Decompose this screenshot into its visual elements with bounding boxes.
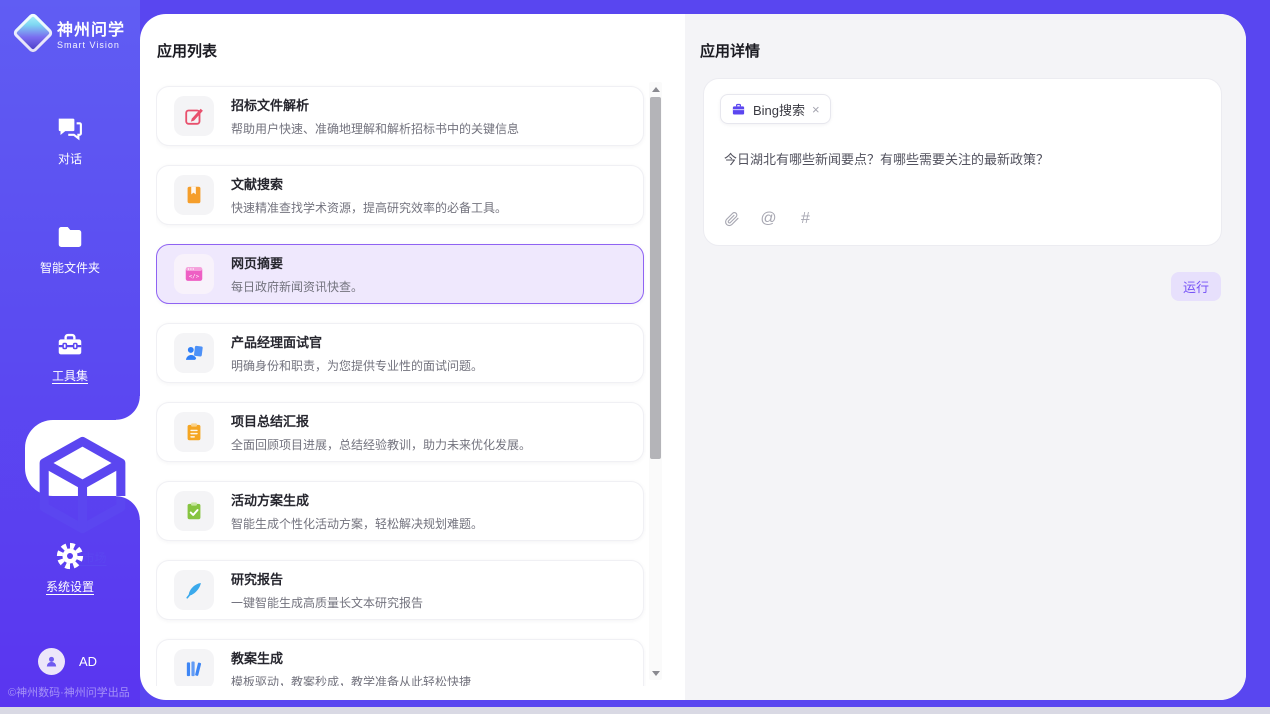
sidebar-item-toolset[interactable]: 工具集 xyxy=(0,330,140,384)
avatar xyxy=(38,648,65,675)
brand-subtitle: Smart Vision xyxy=(57,40,125,50)
user-account[interactable]: AD xyxy=(38,648,97,675)
prompt-input[interactable]: 今日湖北有哪些新闻要点？有哪些需要关注的最新政策？ xyxy=(724,149,1204,168)
sidebar-item-label: 智能文件夹 xyxy=(0,259,140,276)
copyright-footer: ©神州数码·神州问学出品 xyxy=(8,684,130,700)
app-detail-title: 应用详情 xyxy=(700,40,760,61)
sidebar-item-label: 工具集 xyxy=(0,367,140,384)
chat-icon xyxy=(55,113,85,143)
brand-name: 神州问学 xyxy=(57,16,125,40)
at-mention-icon[interactable]: @ xyxy=(760,210,777,227)
attachment-toolbar: @ # xyxy=(723,210,814,227)
user-name: AD xyxy=(79,654,97,669)
toolbox-icon xyxy=(55,330,85,360)
paperclip-icon[interactable] xyxy=(723,210,740,227)
sidebar-item-smart-folder[interactable]: 智能文件夹 xyxy=(0,222,140,276)
folder-icon xyxy=(55,222,85,252)
briefcase-icon xyxy=(731,102,746,117)
sidebar-item-settings[interactable]: 系统设置 xyxy=(0,541,140,595)
gear-icon xyxy=(55,541,85,571)
sidebar-item-label: 系统设置 xyxy=(0,578,140,595)
run-button[interactable]: 运行 xyxy=(1171,272,1221,301)
brand-logo: 神州问学 Smart Vision xyxy=(18,16,125,50)
frame-bottom xyxy=(0,707,1270,714)
person-icon xyxy=(44,654,59,669)
cube-icon xyxy=(25,429,140,544)
prompt-card: Bing搜索 × 今日湖北有哪些新闻要点？有哪些需要关注的最新政策？ @ # xyxy=(703,78,1222,246)
tool-tag-bing-search[interactable]: Bing搜索 × xyxy=(720,94,831,124)
sidebar: 神州问学 Smart Vision 对话 智能文件夹 xyxy=(0,0,140,707)
gem-diamond-icon xyxy=(12,12,54,54)
app-window: 神州问学 Smart Vision 对话 智能文件夹 xyxy=(0,0,1270,714)
sidebar-item-label: 对话 xyxy=(0,150,140,167)
tool-tag-label: Bing搜索 xyxy=(753,100,805,119)
sidebar-item-app-market[interactable]: 应用市场 xyxy=(25,420,140,496)
hash-tag-icon[interactable]: # xyxy=(797,210,814,227)
app-detail-overlay: 应用详情 Bing搜索 × 今日湖北有哪些新闻要点？有哪些需要关注的最新政策？ xyxy=(140,14,1246,700)
close-icon[interactable]: × xyxy=(812,103,820,116)
sidebar-item-chat[interactable]: 对话 xyxy=(0,113,140,167)
